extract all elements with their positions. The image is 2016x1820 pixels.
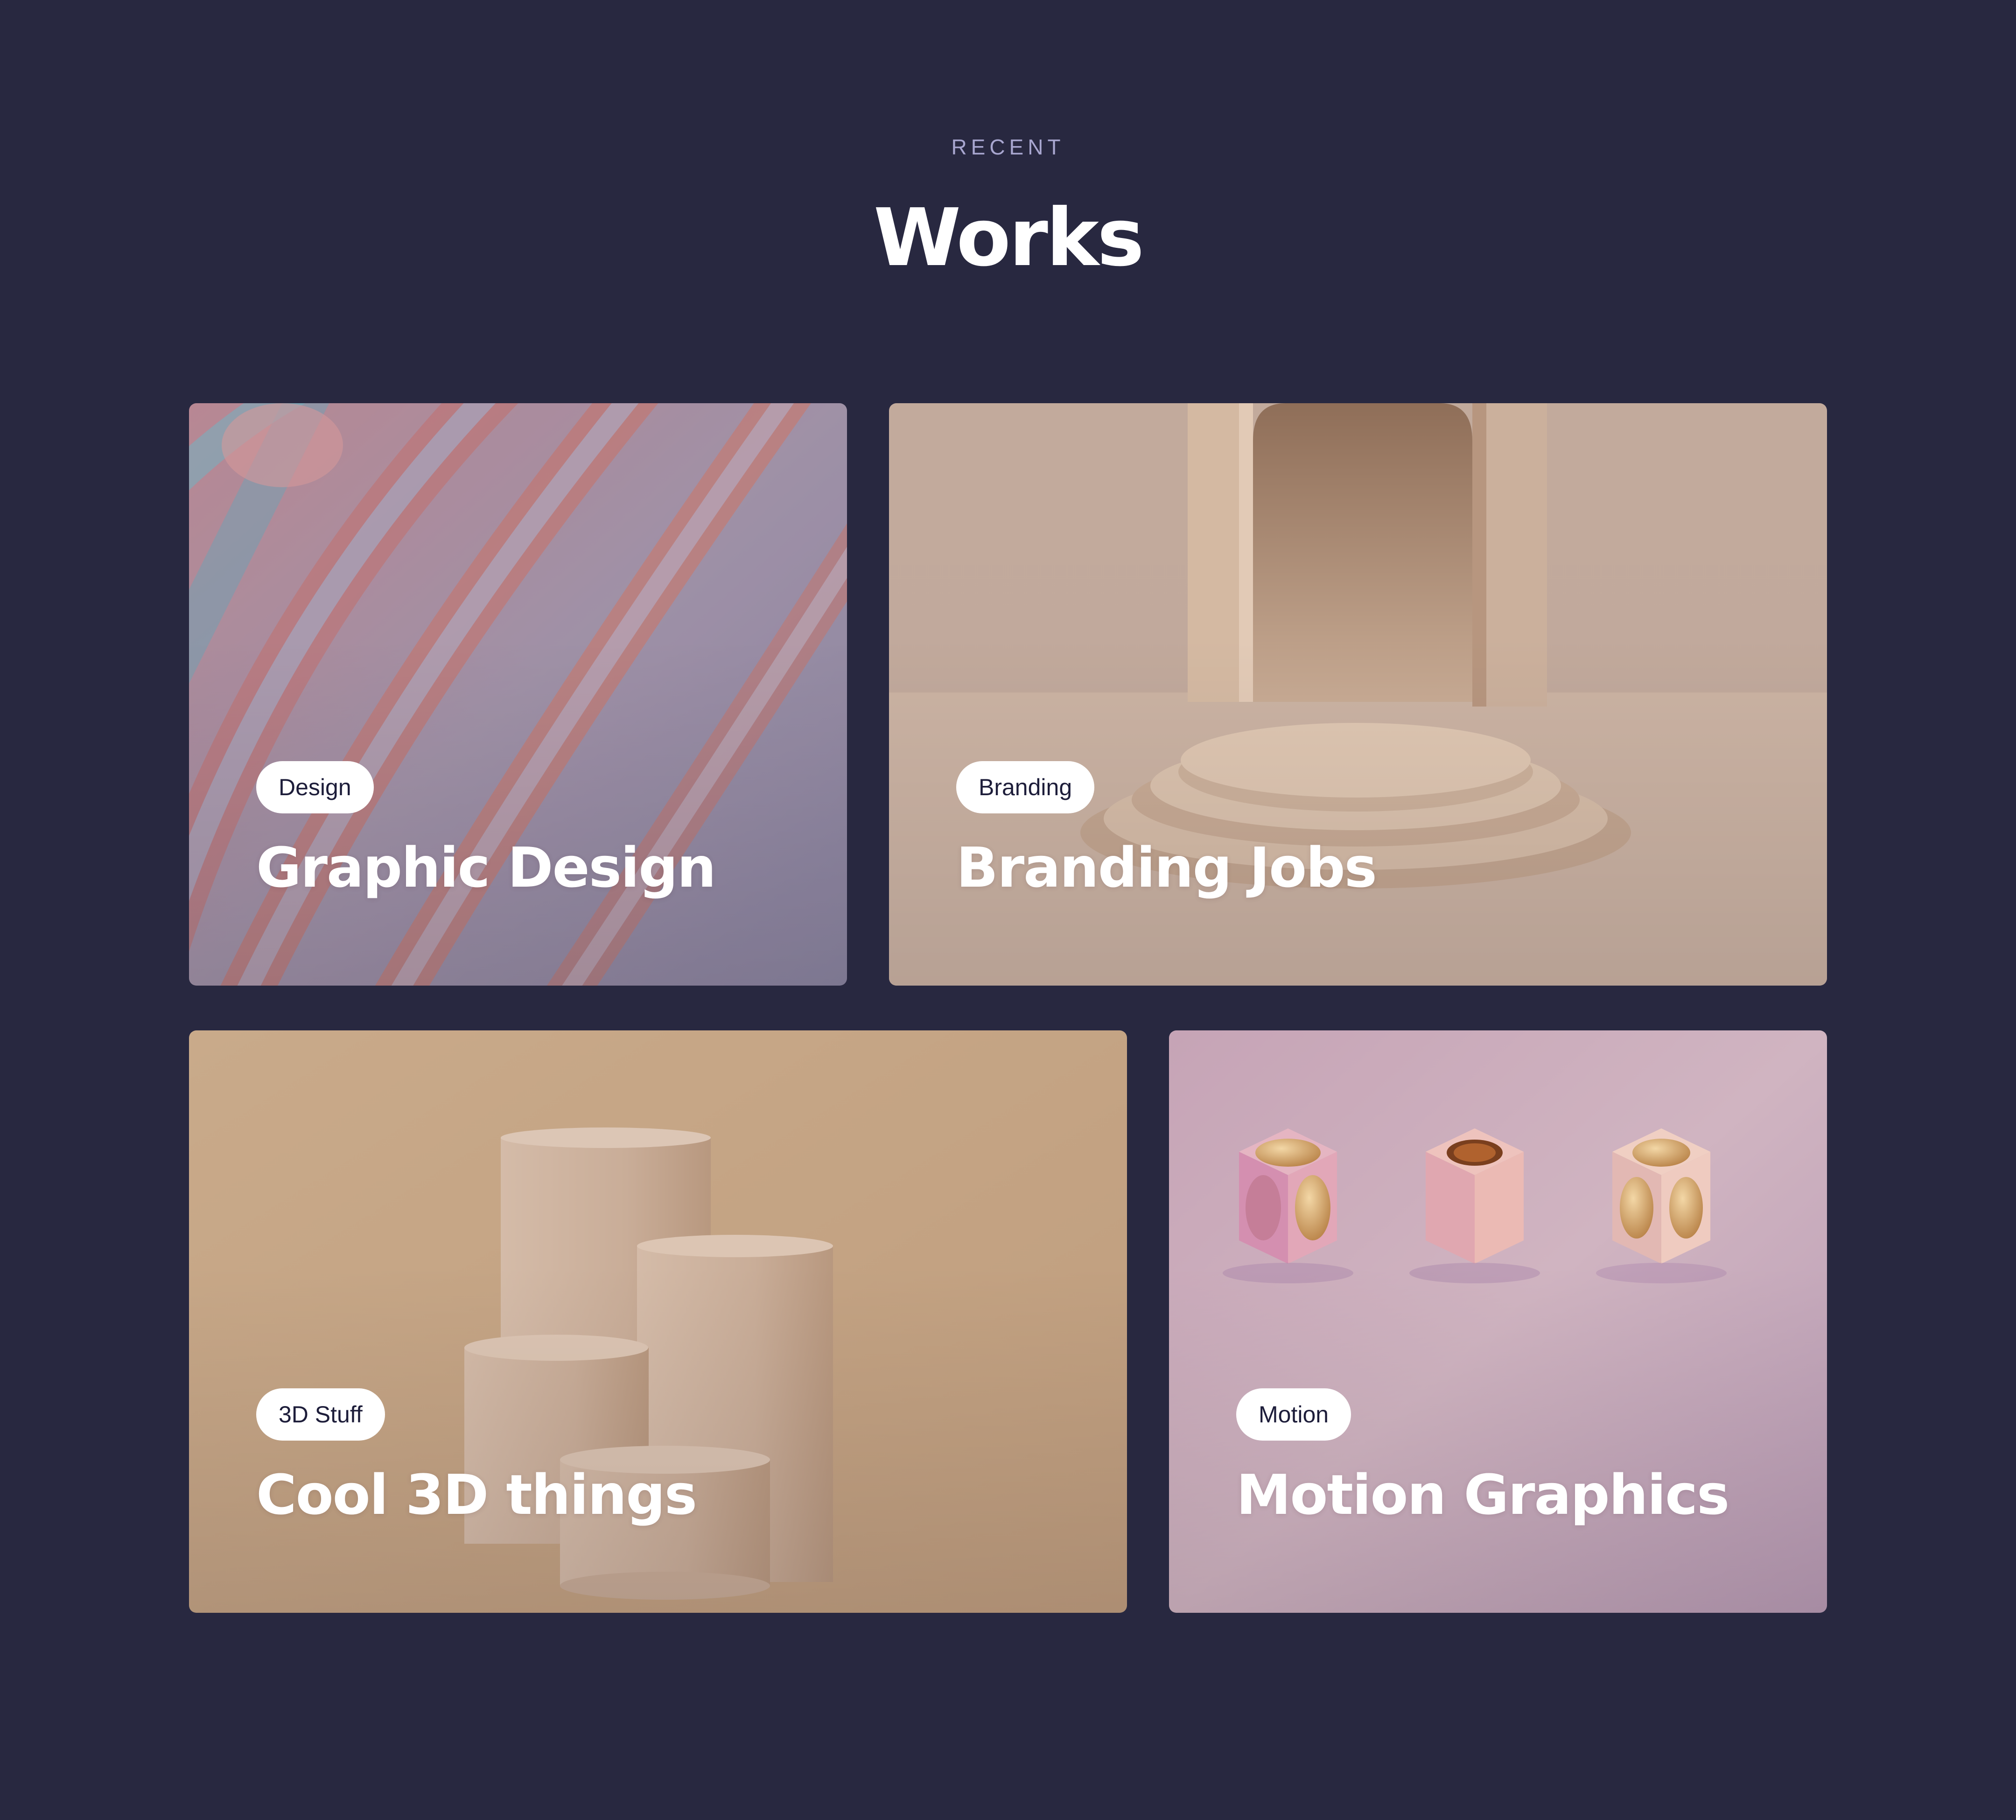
work-card-motion-graphics[interactable]: Motion Motion Graphics bbox=[1169, 1030, 1827, 1613]
work-card-cool-3d-things[interactable]: 3D Stuff Cool 3D things bbox=[189, 1030, 1127, 1613]
category-tag[interactable]: Motion bbox=[1236, 1388, 1351, 1441]
card-title[interactable]: Graphic Design bbox=[256, 835, 716, 900]
category-tag[interactable]: 3D Stuff bbox=[256, 1388, 385, 1441]
work-card-graphic-design[interactable]: Design Graphic Design bbox=[189, 403, 847, 986]
section-eyebrow: RECENT bbox=[951, 135, 1065, 159]
category-tag[interactable]: Branding bbox=[956, 761, 1095, 813]
card-title[interactable]: Cool 3D things bbox=[256, 1462, 697, 1527]
section-title: Works bbox=[873, 192, 1144, 284]
card-title[interactable]: Branding Jobs bbox=[956, 835, 1377, 900]
category-tag[interactable]: Design bbox=[256, 761, 374, 813]
card-title[interactable]: Motion Graphics bbox=[1236, 1462, 1729, 1527]
work-card-branding-jobs[interactable]: Branding Branding Jobs bbox=[889, 403, 1827, 986]
